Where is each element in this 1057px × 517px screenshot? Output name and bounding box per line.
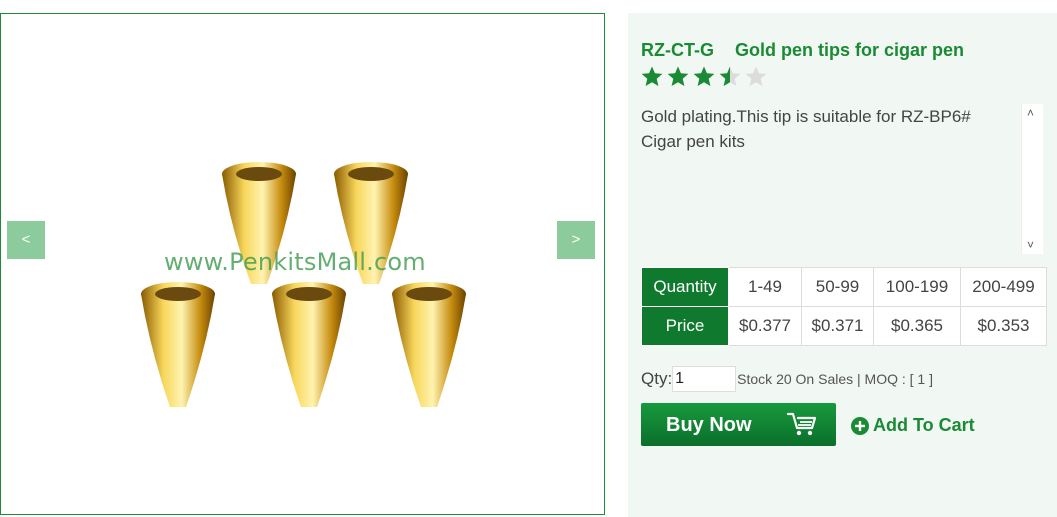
- quantity-row: Quantity 1-49 50-99 100-199 200-499: [641, 267, 1047, 307]
- tier-range: 100-199: [873, 267, 961, 307]
- description-box: Gold plating.This tip is suitable for RZ…: [641, 104, 1043, 254]
- price-row: Price $0.377 $0.371 $0.365 $0.353: [641, 306, 1047, 346]
- star-icon: [667, 66, 689, 86]
- stock-info: Stock 20 On Sales | MOQ : [ 1 ]: [737, 371, 933, 387]
- tier-price: $0.365: [873, 306, 961, 346]
- product-title: RZ-CT-G Gold pen tips for cigar pen: [641, 40, 964, 61]
- tier-price: $0.371: [801, 306, 874, 346]
- add-to-cart-button[interactable]: Add To Cart: [851, 415, 975, 436]
- add-to-cart-label: Add To Cart: [873, 415, 975, 435]
- star-icon: [641, 66, 663, 86]
- product-image: [141, 162, 466, 407]
- tier-price: $0.377: [728, 306, 802, 346]
- qty-input[interactable]: [672, 366, 737, 392]
- price-table: Quantity 1-49 50-99 100-199 200-499 Pric…: [641, 267, 1047, 346]
- buy-now-button[interactable]: Buy Now: [641, 403, 836, 446]
- shopping-cart-icon: [786, 412, 817, 436]
- description-scrollbar[interactable]: ˄ ˅: [1021, 104, 1043, 254]
- quantity-header: Quantity: [641, 267, 729, 307]
- scroll-down-icon[interactable]: ˅: [1027, 238, 1034, 252]
- product-info-panel: RZ-CT-G Gold pen tips for cigar pen Gold…: [628, 13, 1057, 517]
- gallery-next-button[interactable]: >: [557, 221, 595, 259]
- star-icon: [693, 66, 715, 86]
- tier-price: $0.353: [960, 306, 1047, 346]
- tier-range: 1-49: [728, 267, 802, 307]
- product-name: Gold pen tips for cigar pen: [735, 40, 965, 60]
- tier-range: 200-499: [960, 267, 1047, 307]
- buy-now-label: Buy Now: [666, 414, 752, 436]
- quantity-row-controls: Qty: Stock 20 On Sales | MOQ : [ 1 ]: [641, 366, 933, 392]
- rating-stars: [640, 65, 768, 89]
- star-icon: [719, 66, 741, 86]
- qty-label: Qty:: [641, 369, 673, 388]
- plus-circle-icon: [851, 416, 869, 435]
- scroll-up-icon[interactable]: ˄: [1027, 106, 1034, 120]
- star-icon: [745, 66, 767, 86]
- watermark-text: www.PenkitsMall.com: [164, 248, 426, 276]
- product-gallery: www.PenkitsMall.com < >: [0, 13, 605, 515]
- product-sku: RZ-CT-G: [641, 40, 714, 60]
- tier-range: 50-99: [801, 267, 874, 307]
- gallery-prev-button[interactable]: <: [7, 221, 45, 259]
- price-header: Price: [641, 306, 729, 346]
- product-description: Gold plating.This tip is suitable for RZ…: [641, 107, 971, 151]
